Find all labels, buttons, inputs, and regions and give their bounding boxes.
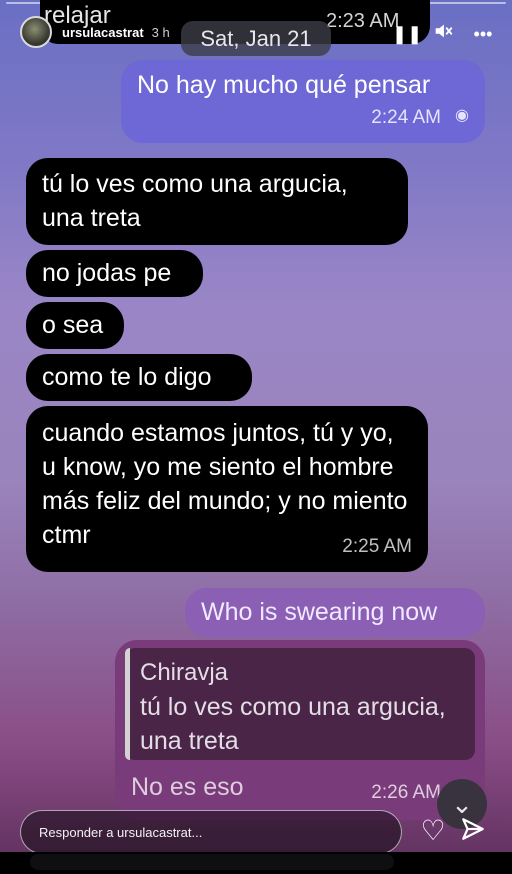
reply-placeholder: Responder a ursulacastrat... <box>39 824 203 840</box>
read-check-icon: ◉ <box>455 107 469 124</box>
message-text: o sea <box>42 311 104 339</box>
send-icon[interactable] <box>458 816 488 846</box>
message-text: Who is swearing now <box>201 598 438 626</box>
story-time-ago: 3 h <box>151 24 170 40</box>
message-bubble-outgoing: No hay mucho qué pensar 2:24 AM ◉ <box>121 60 485 143</box>
bottom-strip <box>0 852 512 874</box>
send-icon-graphic <box>462 818 484 840</box>
message-bubble-outgoing: Who is swearing now <box>185 588 485 637</box>
quoted-message[interactable]: Chiravja tú lo ves como una argucia, una… <box>125 648 475 760</box>
quoted-author: Chiravja <box>140 659 229 686</box>
reply-input[interactable]: Responder a ursulacastrat... <box>20 810 402 854</box>
username[interactable]: ursulacastrat <box>62 25 144 40</box>
story-header: ursulacastrat 3 h ❚❚ ••• <box>20 16 494 48</box>
reply-row: Responder a ursulacastrat... ♡ <box>20 810 492 854</box>
mute-icon-graphic <box>435 24 453 38</box>
message-bubble-incoming: o sea <box>26 302 124 349</box>
message-text: no jodas pe <box>42 259 172 287</box>
story-controls: ❚❚ ••• <box>392 20 494 48</box>
message-time: 2:26 AM <box>371 782 441 803</box>
bottom-pill <box>30 854 394 870</box>
quote-bar <box>125 648 130 760</box>
avatar[interactable] <box>20 16 52 48</box>
pause-icon[interactable]: ❚❚ <box>392 22 422 46</box>
message-text: tú lo ves como una argucia, una treta <box>42 170 348 232</box>
heart-icon[interactable]: ♡ <box>418 816 448 846</box>
message-bubble-incoming: cuando estamos juntos, tú y yo, u know, … <box>26 406 428 572</box>
message-bubble-incoming: tú lo ves como una argucia, una treta <box>26 158 408 245</box>
story-view: relajar 2:23 AM Sat, Jan 21 ursulacastra… <box>0 0 512 874</box>
quoted-text: tú lo ves como una argucia, una treta <box>140 693 446 755</box>
reply-message-bubble: Chiravja tú lo ves como una argucia, una… <box>115 640 485 820</box>
message-time: 2:24 AM <box>371 107 441 128</box>
message-bubble-incoming: no jodas pe <box>26 250 203 297</box>
message-bubble-incoming: como te lo digo <box>26 354 252 401</box>
message-time: 2:25 AM <box>342 536 412 557</box>
message-text: No hay mucho qué pensar <box>137 71 431 99</box>
message-text: No es eso <box>131 773 244 801</box>
more-icon[interactable]: ••• <box>472 22 494 46</box>
message-text: como te lo digo <box>42 363 212 391</box>
mute-icon[interactable] <box>432 20 454 48</box>
